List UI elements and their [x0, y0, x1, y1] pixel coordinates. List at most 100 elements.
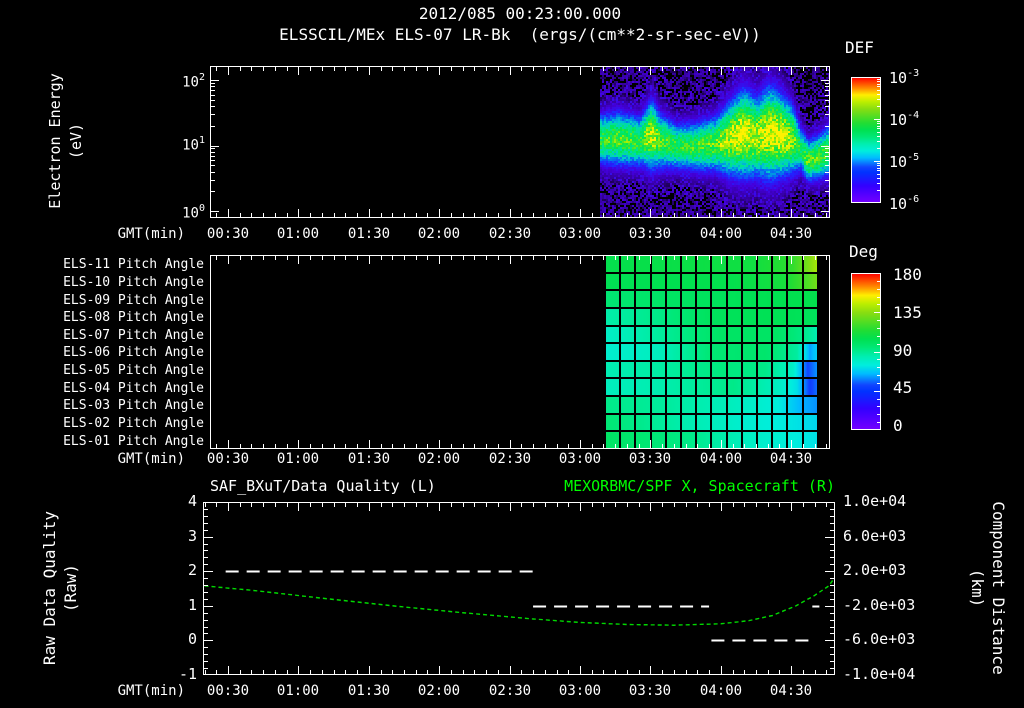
panel3-right-tick-label: -1.0e+04: [843, 665, 916, 683]
def-colorbar-tick-label-exp: -5: [907, 152, 920, 163]
gmt-axis-label: GMT(min): [117, 451, 185, 467]
x-tick-label: 03:00: [558, 451, 602, 467]
page-title-dataset: ELSSCIL/MEx ELS-07 LR-Bk (ergs/(cm**2-sr…: [279, 25, 761, 44]
deg-colorbar-tick-label: 135: [893, 303, 922, 322]
def-colorbar-tick-label: 10-4: [889, 109, 959, 128]
panel1-y-axis-label-line1: Electron Energy: [46, 73, 64, 209]
pitch-row-label: ELS-05 Pitch Angle: [63, 363, 204, 378]
def-colorbar-tick-label-exp: -6: [907, 194, 920, 205]
def-colorbar-tick-label: 10-5: [889, 151, 959, 170]
pitch-row-label: ELS-11 Pitch Angle: [63, 257, 204, 272]
panel3-right-y-axis-label: Component Distance (km): [967, 501, 1009, 674]
def-colorbar-tick-label: 10-6: [889, 193, 959, 212]
panel3-right-tick-label: -6.0e+03: [843, 630, 916, 648]
x-tick-label: 04:30: [769, 683, 813, 699]
panel3-left-y-axis-label-line1: Raw Data Quality: [40, 510, 59, 666]
pitch-row-label: ELS-08 Pitch Angle: [63, 310, 204, 325]
def-colorbar-tick-label-exp: -3: [907, 68, 920, 79]
x-tick-label: 02:00: [417, 683, 461, 699]
panel1-y-tick-label-base: 10: [182, 205, 199, 222]
panel3-right-tick-label: -2.0e+03: [843, 596, 916, 614]
panel3-left-tick-label: -1: [178, 665, 197, 683]
panel1-y-tick-label: 102: [115, 71, 205, 91]
def-colorbar-tick-label: 10-3: [889, 67, 959, 86]
plot-page: 2012/085 00:23:00.000 ELSSCIL/MEx ELS-07…: [0, 0, 1024, 708]
panel1-y-tick-label-exp: 1: [198, 135, 205, 146]
panel1-y-tick-label-base: 10: [182, 74, 199, 91]
pitch-row-label: ELS-02 Pitch Angle: [63, 416, 204, 431]
pitch-row-label: ELS-09 Pitch Angle: [63, 293, 204, 308]
deg-colorbar-tick-label: 0: [893, 416, 903, 435]
x-tick-label: 04:30: [769, 226, 813, 242]
pitch-row-label: ELS-10 Pitch Angle: [63, 275, 204, 290]
panel3-left-y-axis-label: Raw Data Quality (Raw): [39, 511, 81, 665]
x-tick-label: 04:30: [769, 451, 813, 467]
panel3-left-y-axis-label-line2: (Raw): [61, 563, 80, 613]
gmt-axis-label: GMT(min): [117, 226, 185, 242]
panel3-right-tick-label: 2.0e+03: [843, 561, 907, 579]
panel3-left-title: SAF_BXuT/Data Quality (L): [210, 477, 436, 495]
panel1-y-tick-label: 100: [115, 202, 205, 222]
x-tick-label: 04:00: [699, 226, 743, 242]
x-tick-label: 02:00: [417, 451, 461, 467]
x-tick-label: 01:30: [347, 226, 391, 242]
pitch-row-label: ELS-07 Pitch Angle: [63, 328, 204, 343]
pitch-row-label: ELS-03 Pitch Angle: [63, 398, 204, 413]
x-tick-label: 00:30: [206, 226, 250, 242]
deg-colorbar-tick-label: 90: [893, 341, 913, 360]
electron-energy-spectrogram: [210, 66, 830, 218]
x-tick-label: 01:30: [347, 451, 391, 467]
page-title-datetime: 2012/085 00:23:00.000: [418, 4, 622, 23]
panel3-left-tick-label: 2: [187, 561, 197, 579]
panel1-y-tick-label-base: 10: [182, 137, 199, 154]
panel1-y-tick-label-exp: 2: [198, 72, 205, 83]
x-tick-label: 00:30: [206, 683, 250, 699]
x-tick-label: 00:30: [206, 451, 250, 467]
panel3-right-tick-label: 1.0e+04: [843, 492, 907, 510]
def-colorbar-tick-label-base: 10: [889, 153, 908, 171]
x-tick-label: 03:30: [628, 451, 672, 467]
x-tick-label: 02:00: [417, 226, 461, 242]
panel1-y-tick-label: 101: [115, 134, 205, 154]
def-colorbar-tick-label-exp: -4: [907, 110, 920, 121]
def-colorbar-tick-label-base: 10: [889, 111, 908, 129]
panel3-left-tick-label: 3: [187, 527, 197, 545]
panel1-y-axis-label-line2: (eV): [67, 122, 85, 160]
x-tick-label: 01:00: [276, 226, 320, 242]
x-tick-label: 03:30: [628, 226, 672, 242]
gmt-axis-label: GMT(min): [117, 683, 185, 699]
x-tick-label: 03:00: [558, 226, 602, 242]
pitch-row-label: ELS-04 Pitch Angle: [63, 381, 204, 396]
deg-colorbar-tick-label: 45: [893, 378, 913, 397]
panel3-right-title: MEXORBMC/SPF X, Spacecraft (R): [564, 477, 835, 495]
pitch-row-label: ELS-01 Pitch Angle: [63, 434, 204, 449]
x-tick-label: 04:00: [699, 683, 743, 699]
def-colorbar-tick-label-base: 10: [889, 69, 908, 87]
panel3-right-tick-label: 6.0e+03: [843, 527, 907, 545]
panel1-y-tick-label-exp: 0: [198, 203, 205, 214]
deg-colorbar-tick-label: 180: [893, 265, 922, 284]
deg-colorbar-title: Deg: [849, 242, 878, 261]
x-tick-label: 03:00: [558, 683, 602, 699]
def-colorbar-tick-label-base: 10: [889, 195, 908, 213]
panel3-right-y-axis-label-line2: (km): [968, 568, 987, 608]
panel3-left-tick-label: 1: [187, 596, 197, 614]
x-tick-label: 02:30: [488, 683, 532, 699]
def-colorbar-title: DEF: [845, 38, 874, 57]
x-tick-label: 02:30: [488, 451, 532, 467]
panel3-right-y-axis-label-line1: Component Distance: [989, 501, 1008, 675]
def-colorbar: [851, 77, 881, 203]
x-tick-label: 02:30: [488, 226, 532, 242]
panel1-y-axis-label: Electron Energy (eV): [45, 73, 87, 208]
x-tick-label: 01:00: [276, 451, 320, 467]
x-tick-label: 03:30: [628, 683, 672, 699]
x-tick-label: 01:30: [347, 683, 391, 699]
pitch-row-label: ELS-06 Pitch Angle: [63, 345, 204, 360]
pitch-angle-heatmap: [210, 255, 830, 449]
deg-colorbar: [851, 273, 881, 430]
x-tick-label: 01:00: [276, 683, 320, 699]
panel3-left-tick-label: 4: [187, 492, 197, 510]
x-tick-label: 04:00: [699, 451, 743, 467]
panel3-left-tick-label: 0: [187, 630, 197, 648]
quality-spacecraft-line-plot: [203, 502, 835, 675]
